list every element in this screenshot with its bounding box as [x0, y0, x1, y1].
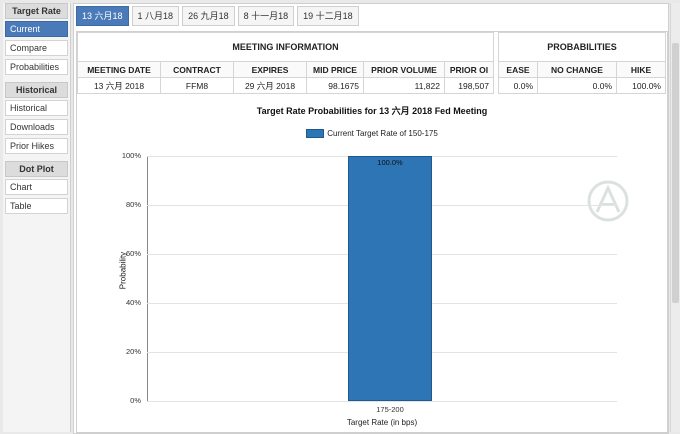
- grid-line: [147, 401, 617, 402]
- sidebar-item-historical[interactable]: Historical: [5, 100, 68, 116]
- vertical-scrollbar[interactable]: [670, 3, 680, 432]
- sidebar-header-dot-plot: Dot Plot: [5, 161, 68, 177]
- tab-meeting-4[interactable]: 8 十一月18: [237, 6, 295, 26]
- chart-legend: Current Target Rate of 150-175: [77, 129, 667, 139]
- sidebar: Target Rate Current Compare Probabilitie…: [3, 3, 71, 432]
- y-tick-label: 20%: [125, 347, 141, 356]
- sidebar-item-probabilities[interactable]: Probabilities: [5, 59, 68, 75]
- sidebar-item-compare[interactable]: Compare: [5, 40, 68, 56]
- meeting-info-table: MEETING INFORMATION PROBABILITIES MEETIN…: [77, 32, 666, 94]
- header-meeting-date: MEETING DATE: [77, 61, 161, 78]
- chart-area: Target Rate Probabilities for 13 六月 2018…: [77, 96, 667, 432]
- cell-mid-price: 98.1675: [306, 77, 364, 94]
- y-tick-label: 60%: [125, 249, 141, 258]
- cell-contract: FFM8: [160, 77, 234, 94]
- cell-prior-volume: 11,822: [363, 77, 445, 94]
- meeting-info-table-wrap: MEETING INFORMATION PROBABILITIES MEETIN…: [77, 32, 666, 94]
- legend-label: Current Target Rate of 150-175: [327, 129, 438, 138]
- header-expires: EXPIRES: [233, 61, 307, 78]
- tab-meeting-3[interactable]: 26 九月18: [182, 6, 235, 26]
- sidebar-item-prior-hikes[interactable]: Prior Hikes: [5, 138, 68, 154]
- tab-meeting-5[interactable]: 19 十二月18: [297, 6, 359, 26]
- header-hike: HIKE: [616, 61, 666, 78]
- cell-meeting-date: 13 六月 2018: [77, 77, 161, 94]
- sidebar-item-current[interactable]: Current: [5, 21, 68, 37]
- bar-value-label: 100.0%: [377, 158, 403, 167]
- bar[interactable]: [348, 156, 432, 401]
- meeting-panel: MEETING INFORMATION PROBABILITIES MEETIN…: [76, 31, 668, 433]
- sidebar-item-chart[interactable]: Chart: [5, 179, 68, 195]
- chart-title: Target Rate Probabilities for 13 六月 2018…: [256, 106, 488, 116]
- sidebar-item-table[interactable]: Table: [5, 198, 68, 214]
- y-tick-label: 100%: [121, 151, 141, 160]
- tab-meeting-1[interactable]: 13 六月18: [76, 6, 129, 26]
- chart-x-label: Target Rate (in bps): [346, 418, 418, 427]
- sidebar-header-historical: Historical: [5, 82, 68, 98]
- chart-plot: Probability Target Rate (in bps) 0% 20% 40…: [119, 151, 617, 427]
- cell-ease: 0.0%: [498, 77, 538, 94]
- tab-meeting-2[interactable]: 1 八月18: [131, 6, 180, 26]
- cell-no-change: 0.0%: [537, 77, 617, 94]
- main-content: 13 六月18 1 八月18 26 九月18 8 十一月18 19 十二月18 …: [73, 3, 669, 434]
- cell-hike: 100.0%: [616, 77, 666, 94]
- probabilities-title: PROBABILITIES: [498, 32, 666, 62]
- header-no-change: NO CHANGE: [537, 61, 617, 78]
- header-ease: EASE: [498, 61, 538, 78]
- y-tick-label: 40%: [125, 298, 141, 307]
- header-prior-oi: PRIOR OI: [444, 61, 494, 78]
- sidebar-header-target-rate: Target Rate: [5, 3, 68, 19]
- y-tick-label: 80%: [125, 200, 141, 209]
- chart-y-axis: [147, 156, 148, 401]
- scrollbar-thumb[interactable]: [672, 43, 679, 303]
- y-tick-label: 0%: [130, 396, 141, 405]
- cell-expires: 29 六月 2018: [233, 77, 307, 94]
- sidebar-item-downloads[interactable]: Downloads: [5, 119, 68, 135]
- cell-prior-oi: 198,507: [444, 77, 494, 94]
- header-mid-price: MID PRICE: [306, 61, 364, 78]
- legend-swatch: [306, 129, 325, 139]
- meeting-info-title: MEETING INFORMATION: [77, 32, 494, 62]
- x-tick-label: 175-200: [376, 405, 404, 414]
- header-contract: CONTRACT: [160, 61, 234, 78]
- header-prior-volume: PRIOR VOLUME: [363, 61, 445, 78]
- meeting-tabs: 13 六月18 1 八月18 26 九月18 8 十一月18 19 十二月18: [74, 6, 359, 26]
